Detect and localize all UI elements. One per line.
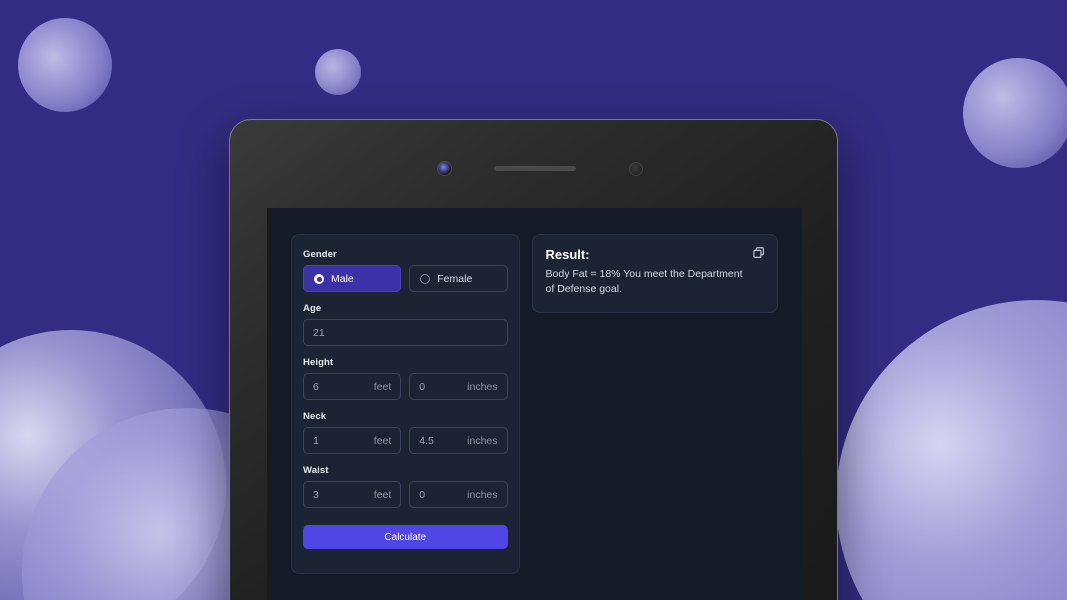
height-feet-value: 6 (313, 380, 319, 393)
height-label: Height (303, 357, 334, 368)
gender-option-male[interactable]: Male (303, 265, 402, 292)
gender-option-female-label: Female (437, 272, 473, 285)
age-field-group: Age 21 (303, 303, 508, 346)
height-feet-input[interactable]: 6 feet (303, 373, 402, 400)
neck-inches-input[interactable]: 4.5 inches (409, 427, 508, 454)
age-label: Age (303, 303, 322, 314)
gender-options-row: Male Female (303, 265, 508, 292)
waist-feet-value: 3 (313, 488, 319, 501)
waist-inches-unit: inches (467, 488, 498, 501)
height-inches-input[interactable]: 0 inches (409, 373, 508, 400)
height-inches-unit: inches (467, 380, 498, 393)
sphere-top-left (18, 18, 112, 112)
result-text: Body Fat = 18% You meet the Department o… (545, 268, 743, 295)
tablet-top-bezel (230, 120, 837, 208)
radio-icon-female (420, 273, 431, 284)
copy-icon[interactable] (752, 246, 766, 260)
radio-icon-male (314, 273, 324, 284)
gender-option-female[interactable]: Female (409, 265, 508, 292)
result-title: Result: (545, 247, 590, 262)
camera-icon (437, 161, 452, 176)
height-inches-value: 0 (419, 380, 426, 393)
calculator-form-card: Gender Male Female Age 21 Height 6 feet … (291, 234, 520, 574)
tablet-screen: Gender Male Female Age 21 Height 6 feet … (267, 208, 802, 600)
waist-inputs-row: 3 feet 0 inches (303, 481, 508, 508)
waist-feet-unit: feet (373, 488, 392, 501)
height-inputs-row: 6 feet 0 inches (303, 373, 508, 400)
sensor-icon (629, 162, 643, 176)
neck-inches-value: 4.5 (419, 434, 434, 447)
waist-inches-value: 0 (419, 488, 426, 501)
height-field-group: Height 6 feet 0 inches (303, 357, 508, 400)
neck-inputs-row: 1 feet 4.5 inches (303, 427, 508, 454)
neck-label: Neck (303, 411, 327, 422)
calculate-button[interactable]: Calculate (303, 525, 508, 549)
neck-feet-value: 1 (313, 434, 319, 447)
sphere-top-right (963, 58, 1067, 168)
neck-inches-unit: inches (467, 434, 498, 447)
speaker-grille-icon (494, 166, 576, 171)
waist-label: Waist (303, 465, 329, 476)
body-fat-calculator-app: Gender Male Female Age 21 Height 6 feet … (267, 208, 802, 600)
neck-feet-unit: feet (373, 434, 392, 447)
age-input[interactable]: 21 (303, 319, 508, 346)
age-input-value: 21 (313, 326, 325, 339)
gender-field-group: Gender Male Female (303, 249, 508, 292)
tablet-device: Gender Male Female Age 21 Height 6 feet … (229, 119, 838, 600)
neck-field-group: Neck 1 feet 4.5 inches (303, 411, 508, 454)
waist-field-group: Waist 3 feet 0 inches (303, 465, 508, 508)
waist-feet-input[interactable]: 3 feet (303, 481, 402, 508)
gender-label: Gender (303, 249, 337, 260)
neck-feet-input[interactable]: 1 feet (303, 427, 402, 454)
height-feet-unit: feet (373, 380, 392, 393)
gender-option-male-label: Male (331, 272, 354, 285)
waist-inches-input[interactable]: 0 inches (409, 481, 508, 508)
sphere-small-center (315, 49, 361, 95)
result-card: Result: Body Fat = 18% You meet the Depa… (531, 234, 778, 313)
sphere-bottom-right (836, 300, 1067, 600)
